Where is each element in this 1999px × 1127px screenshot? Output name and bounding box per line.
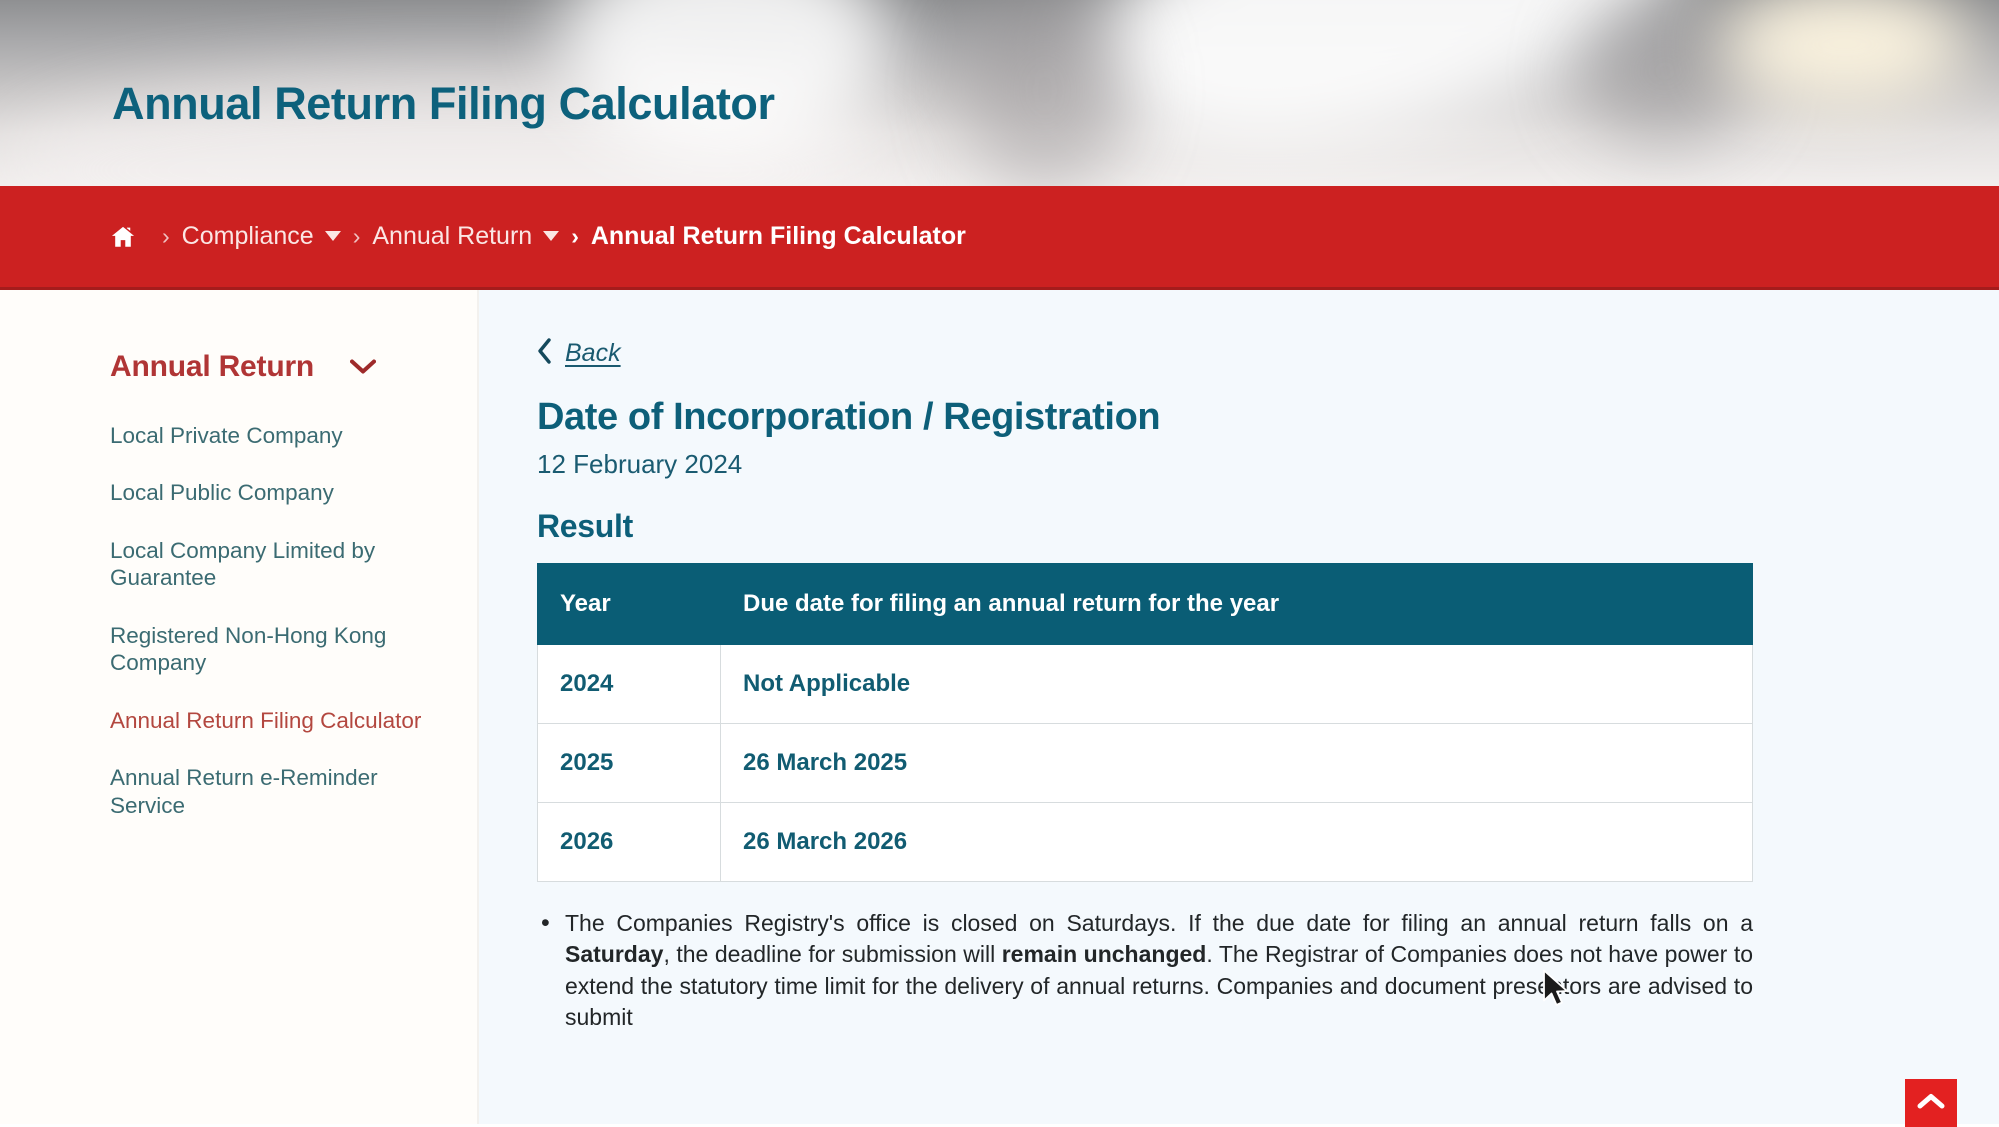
breadcrumb-item-compliance[interactable]: Compliance: [182, 222, 341, 251]
caret-down-icon-compliance[interactable]: [324, 231, 341, 241]
sidebar-item-label[interactable]: Annual Return e-Reminder Service: [110, 764, 430, 819]
sidebar-heading: Annual Return: [110, 350, 315, 383]
emphasized-text: Saturday: [565, 941, 664, 968]
hero-ceiling-panel: [1057, 0, 1723, 186]
sidebar-item-annual-return-e-reminder-service[interactable]: Annual Return e-Reminder Service: [110, 764, 477, 819]
breadcrumb-separator-1: ›: [162, 223, 170, 249]
date-of-incorporation-value: 12 February 2024: [537, 449, 743, 479]
sidebar-item-label[interactable]: Local Private Company: [110, 422, 430, 449]
sidebar-heading-row[interactable]: Annual Return: [110, 350, 460, 384]
breadcrumb-item-compliance-label: Compliance: [181, 222, 314, 250]
scroll-to-top-button[interactable]: [1905, 1079, 1957, 1127]
breadcrumb-separator-3: ›: [571, 223, 579, 249]
sidebar-item-label[interactable]: Annual Return Filing Calculator: [110, 707, 430, 734]
page-body: Annual Return Local Private Company Loca…: [0, 290, 1999, 1124]
table-cell-due-date: Not Applicable: [720, 644, 1753, 724]
hero-warm-light: [1720, 0, 1970, 104]
table-cell-year: 2026: [537, 802, 721, 882]
notes-list: The Companies Registry's office is close…: [537, 906, 1753, 1033]
table-body: 2024 Not Applicable 2025 26 March 2025 2…: [537, 644, 1753, 882]
result-table: Year Due date for filing an annual retur…: [537, 563, 1753, 882]
table-header-year: Year: [537, 563, 721, 645]
result-heading: Result: [537, 508, 633, 544]
caret-down-icon-annual-return[interactable]: [543, 231, 560, 241]
table-row: 2026 26 March 2026: [537, 802, 1753, 882]
home-icon[interactable]: [110, 224, 136, 250]
list-item: The Companies Registry's office is close…: [537, 906, 1753, 1033]
sidebar-item-label[interactable]: Local Company Limited by Guarantee: [110, 537, 430, 592]
back-row[interactable]: Back: [537, 338, 1999, 368]
sidebar: Annual Return Local Private Company Loca…: [0, 290, 479, 1124]
table-cell-year: 2025: [537, 723, 721, 803]
hero-wall-shade: [960, 0, 1130, 186]
page-title: Annual Return Filing Calculator: [112, 78, 775, 129]
date-of-incorporation-heading: Date of Incorporation / Registration: [537, 396, 1161, 438]
breadcrumb-separator-2: ›: [352, 223, 361, 249]
table-header-row: Year Due date for filing an annual retur…: [537, 563, 1753, 645]
emphasized-text: remain unchanged: [1001, 941, 1207, 968]
breadcrumb: › Compliance › Annual Return › Annual Re…: [110, 222, 966, 251]
table-header-due-date: Due date for filing an annual return for…: [720, 563, 1753, 645]
body-text: , the deadline for submission will: [663, 941, 1002, 968]
breadcrumb-item-annual-return-label: Annual Return: [372, 222, 533, 250]
chevron-up-icon: [1917, 1092, 1945, 1115]
breadcrumb-bar: › Compliance › Annual Return › Annual Re…: [0, 186, 1999, 290]
table-head: Year Due date for filing an annual retur…: [537, 563, 1753, 645]
sidebar-item-local-public-company[interactable]: Local Public Company: [110, 479, 477, 506]
breadcrumb-item-annual-return[interactable]: Annual Return: [372, 222, 560, 251]
hero-column-shade: [1580, 0, 1750, 146]
sidebar-item-local-company-limited-by-guarantee[interactable]: Local Company Limited by Guarantee: [110, 537, 477, 592]
table-cell-year: 2024: [537, 644, 721, 724]
sidebar-item-label[interactable]: Local Public Company: [110, 479, 430, 506]
table-cell-due-date: 26 March 2025: [720, 723, 1753, 803]
table-row: 2025 26 March 2025: [537, 723, 1753, 803]
sidebar-nav-list: Local Private Company Local Public Compa…: [110, 422, 477, 819]
sidebar-item-annual-return-filing-calculator[interactable]: Annual Return Filing Calculator: [110, 707, 477, 734]
sidebar-item-registered-non-hong-kong-company[interactable]: Registered Non-Hong Kong Company: [110, 622, 477, 677]
table-cell-due-date: 26 March 2026: [720, 802, 1753, 882]
chevron-left-icon[interactable]: [537, 338, 553, 368]
back-link[interactable]: Back: [565, 339, 621, 368]
body-text: The Companies Registry's office is close…: [565, 910, 1753, 936]
sidebar-item-label[interactable]: Registered Non-Hong Kong Company: [110, 622, 430, 677]
breadcrumb-current: Annual Return Filing Calculator: [590, 222, 966, 250]
chevron-down-icon[interactable]: [350, 359, 376, 375]
hero-banner: Annual Return Filing Calculator: [0, 0, 1999, 186]
sidebar-item-local-private-company[interactable]: Local Private Company: [110, 422, 477, 449]
main-content: Back Date of Incorporation / Registratio…: [479, 290, 1999, 1124]
table-row: 2024 Not Applicable: [537, 644, 1753, 724]
